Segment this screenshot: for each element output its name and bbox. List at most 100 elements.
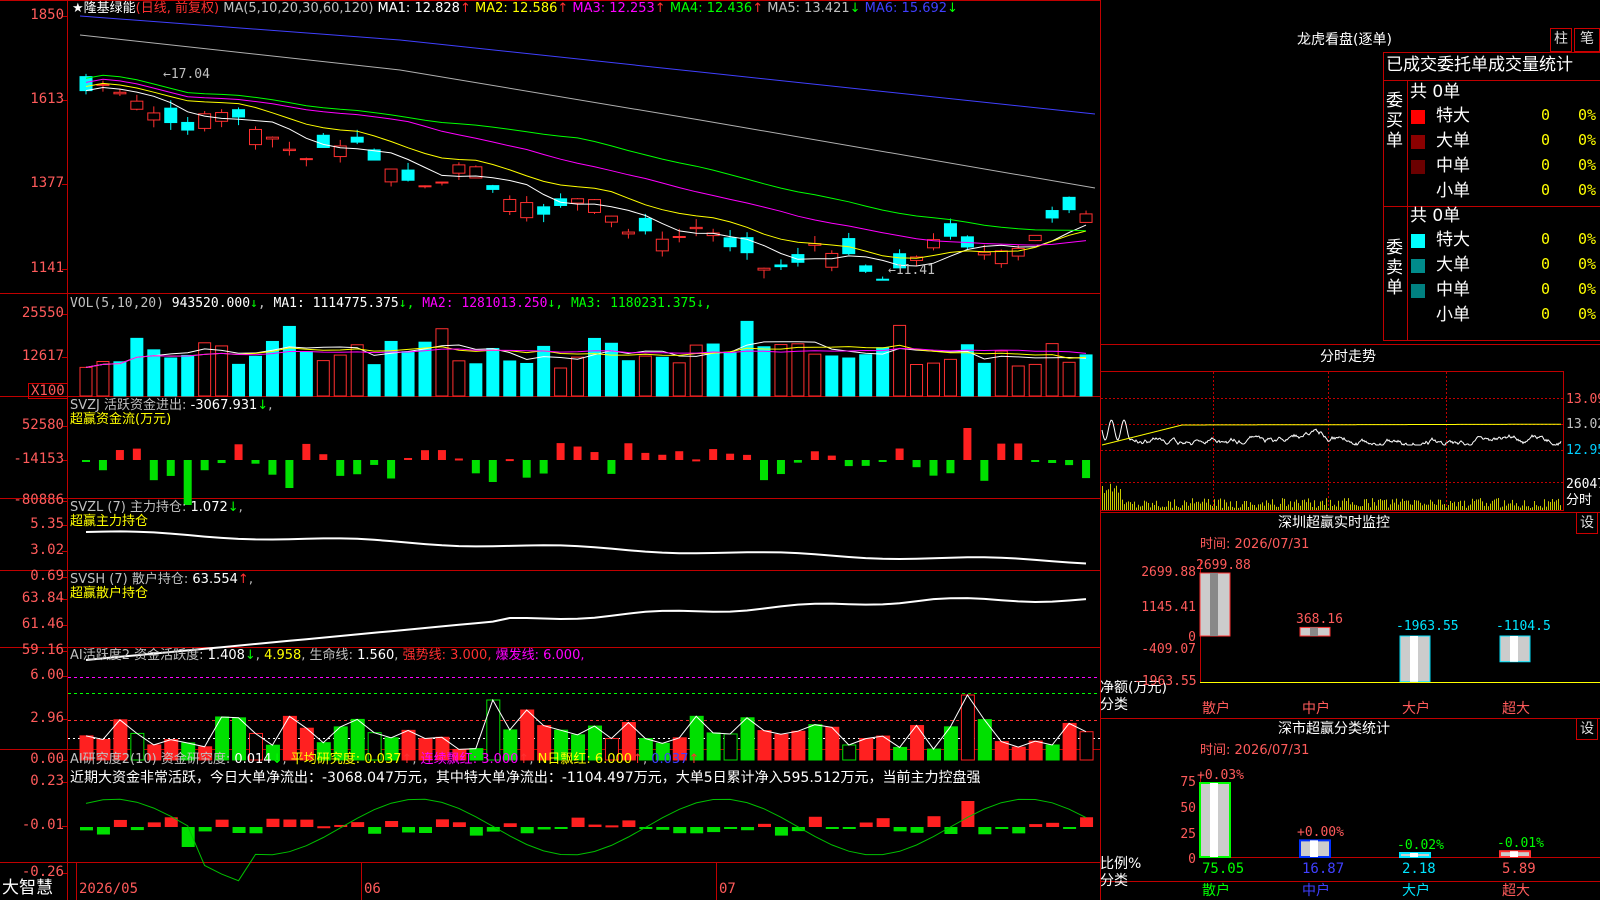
fund-flow-bar	[454, 458, 463, 461]
svzl-header: SVZL (7) 主力持仓: 1.072↓,	[70, 500, 243, 515]
buy-row-pct-4: 0%	[1578, 181, 1597, 199]
fund-flow-bar	[285, 460, 294, 488]
classify-tick-2: 50	[1180, 801, 1196, 816]
research-line	[85, 798, 1087, 882]
fund-flow-bar	[166, 460, 175, 476]
column-view-button[interactable]: 柱	[1550, 28, 1572, 52]
candle-body	[791, 254, 805, 263]
volume-bar	[282, 325, 296, 397]
activity-bar	[960, 694, 975, 761]
ma-params: MA(5,10,20,30,60,120)	[223, 1, 374, 16]
fund-flow-bar	[573, 446, 582, 460]
cont-label: 连续飘红	[420, 752, 473, 767]
fund-flow-bar	[946, 460, 955, 474]
fund-flow-bar	[556, 443, 565, 460]
strong-value: 3.000	[450, 648, 488, 663]
fund-flow-bar	[793, 460, 802, 463]
sell-row-pct-2: 0%	[1578, 255, 1597, 273]
candle-body	[299, 158, 313, 161]
svzj-subtitle: 超赢资金流(万元)	[70, 412, 172, 427]
candle-body	[588, 199, 601, 213]
svsh-value: 63.554	[192, 572, 238, 587]
monitor-settings-button[interactable]: 设	[1576, 512, 1598, 534]
candle-body	[1028, 234, 1042, 242]
buy-row-pct-2: 0%	[1578, 131, 1597, 149]
intraday-title[interactable]: 分时走势	[1320, 350, 1376, 364]
classify-title: 深市超赢分类统计	[1278, 721, 1390, 737]
candle-body	[977, 251, 991, 256]
svzj-value: -3067.931	[190, 398, 258, 413]
classify-bar-highlight	[1510, 851, 1518, 857]
fund-flow-bar	[302, 443, 311, 460]
life-value: 1.560	[357, 648, 395, 663]
period-label[interactable]: (日线, 前复权)	[136, 1, 219, 16]
research-bar	[1029, 824, 1043, 827]
research-bar	[774, 827, 788, 836]
research-bar	[876, 818, 890, 827]
candle-body	[774, 264, 788, 268]
classify-settings-button[interactable]: 设	[1576, 718, 1598, 740]
main-tick-2: 1613	[30, 91, 64, 107]
sell-row-color-3	[1411, 284, 1425, 298]
svzj-title: 活跃资金进出	[104, 398, 183, 413]
intraday-vol-value: 26047	[1566, 477, 1600, 492]
candle-body	[571, 198, 585, 204]
volume-bar	[367, 364, 381, 397]
monitor-tick-2: 1145.41	[1141, 600, 1196, 615]
candle-body	[147, 112, 161, 121]
research-bar	[147, 822, 161, 827]
research-bar	[80, 827, 93, 831]
research-bar	[690, 827, 704, 834]
stock-name[interactable]: 隆基绿能	[84, 1, 136, 16]
fund-flow-bar	[963, 428, 972, 460]
low-note: ←11.41	[888, 263, 935, 278]
star-icon: ★	[72, 1, 84, 16]
volume-bar	[859, 354, 873, 397]
buy-row-label-4: 小单	[1436, 181, 1470, 201]
monitor-tick-1: 2699.88	[1141, 565, 1196, 580]
fund-flow-bar	[505, 459, 514, 462]
buy-row-label-3: 中单	[1436, 156, 1470, 176]
tick-view-button[interactable]: 笔	[1574, 28, 1600, 52]
research-bar	[1063, 827, 1077, 829]
candle-body	[638, 217, 652, 232]
candle-body	[1079, 213, 1093, 223]
volume-bar	[893, 324, 907, 397]
research-bar	[317, 826, 331, 829]
monitor-value-2: 368.16	[1296, 612, 1343, 628]
fund-flow-bar	[149, 460, 158, 481]
classify-value-1: 75.05	[1202, 861, 1245, 877]
volume-bar	[621, 360, 635, 397]
fund-flow-bar	[861, 460, 870, 466]
intraday-avg-line	[1101, 423, 1561, 446]
classify-value-4: 5.89	[1502, 861, 1536, 877]
volume-bar	[164, 357, 178, 397]
research-bar	[605, 825, 619, 828]
candle-body	[350, 136, 364, 143]
volume-bar	[181, 354, 195, 397]
monitor-value-1: 2699.88	[1196, 558, 1251, 573]
fund-flow-bar	[912, 460, 921, 468]
volume-bar	[384, 340, 398, 397]
research-bar	[1046, 822, 1060, 827]
sell-side-label: 委卖单	[1386, 238, 1403, 298]
vol-tick-1: 25550	[21, 305, 64, 321]
monitor-title: 深圳超赢实时监控	[1278, 515, 1390, 531]
research-bar	[622, 820, 636, 827]
extra-value: 0.037	[651, 752, 689, 767]
fund-flow-bar	[132, 448, 141, 460]
main-tick-3: 1377	[30, 175, 64, 191]
research-bar	[724, 827, 738, 829]
candle-body	[401, 169, 415, 181]
buy-row-label-1: 特大	[1436, 106, 1470, 126]
ai2-tick-3: -0.26	[21, 864, 64, 880]
volume-bar	[554, 367, 568, 397]
research-bar	[537, 827, 551, 830]
candle-body	[740, 237, 754, 254]
research-bar	[469, 827, 483, 836]
candle-body	[265, 136, 279, 140]
candle-body	[1011, 247, 1025, 257]
buy-row-color-1	[1411, 110, 1425, 124]
fund-flow-bar	[743, 454, 752, 460]
candle-body	[655, 238, 669, 252]
